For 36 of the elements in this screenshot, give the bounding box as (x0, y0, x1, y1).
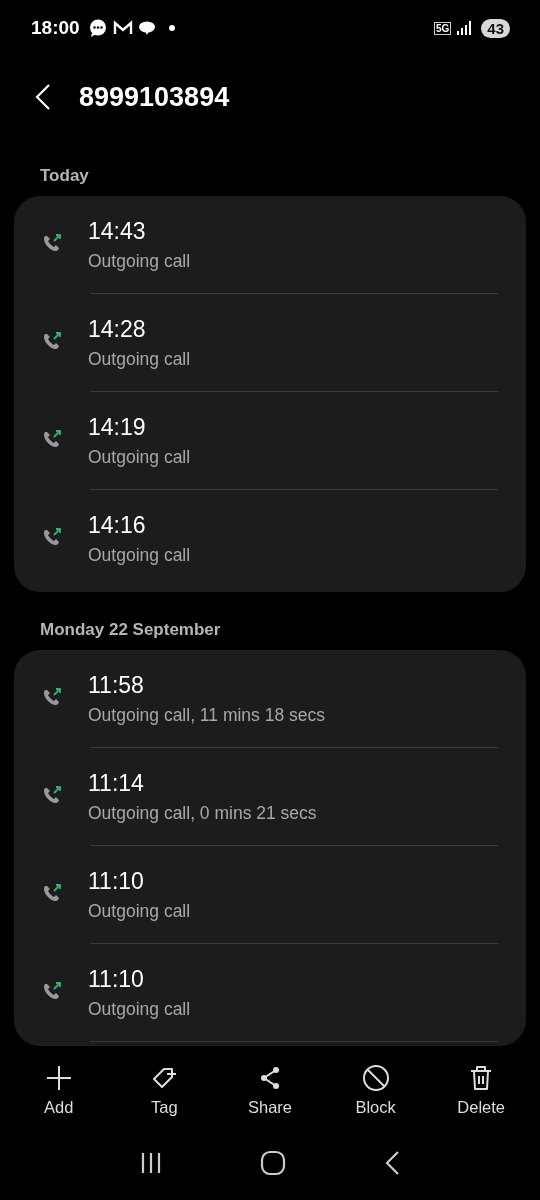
call-time: 11:10 (88, 868, 145, 895)
network-label: 5G (433, 21, 452, 35)
toolbar-button[interactable]: Add (13, 1064, 104, 1140)
call-time: 11:58 (88, 672, 145, 699)
call-time: 14:19 (88, 414, 147, 441)
block-icon (361, 1064, 390, 1092)
signal-icon (456, 21, 473, 35)
call-time: 14:43 (88, 218, 147, 245)
call-time: 11:14 (88, 770, 145, 797)
call-detail: Outgoing call (88, 349, 191, 370)
call-detail: Outgoing call (88, 545, 191, 566)
notification-dot-icon (168, 25, 175, 31)
call-time: 11:10 (88, 966, 145, 993)
status-time: 18:00 (31, 17, 80, 39)
phone-number-title: 8999103894 (79, 81, 230, 113)
toolbar-button[interactable]: Delete (436, 1064, 527, 1140)
add-icon (44, 1064, 73, 1092)
call-detail: Outgoing call (88, 447, 191, 468)
chat-bubble-icon (87, 18, 108, 38)
toolbar-button[interactable]: Tag (119, 1064, 210, 1140)
toolbar-button[interactable]: Share (225, 1064, 315, 1140)
date-heading: Today (39, 165, 90, 187)
call-detail: Outgoing call, 0 mins 21 secs (88, 803, 317, 824)
message-icon (137, 20, 156, 36)
home-icon[interactable] (260, 1150, 286, 1176)
mail-icon (112, 20, 133, 36)
call-detail: Outgoing call (88, 251, 191, 272)
call-time: 14:28 (88, 316, 147, 343)
call-detail: Outgoing call (88, 999, 191, 1020)
call-detail: Outgoing call, 11 mins 18 secs (88, 705, 326, 726)
toolbar-button[interactable]: Block (330, 1064, 421, 1140)
battery-level: 43 (481, 18, 510, 38)
call-time: 14:16 (88, 512, 147, 539)
back-icon[interactable] (34, 83, 52, 111)
date-heading: Monday 22 September (39, 619, 222, 641)
call-detail: Outgoing call (88, 901, 191, 922)
